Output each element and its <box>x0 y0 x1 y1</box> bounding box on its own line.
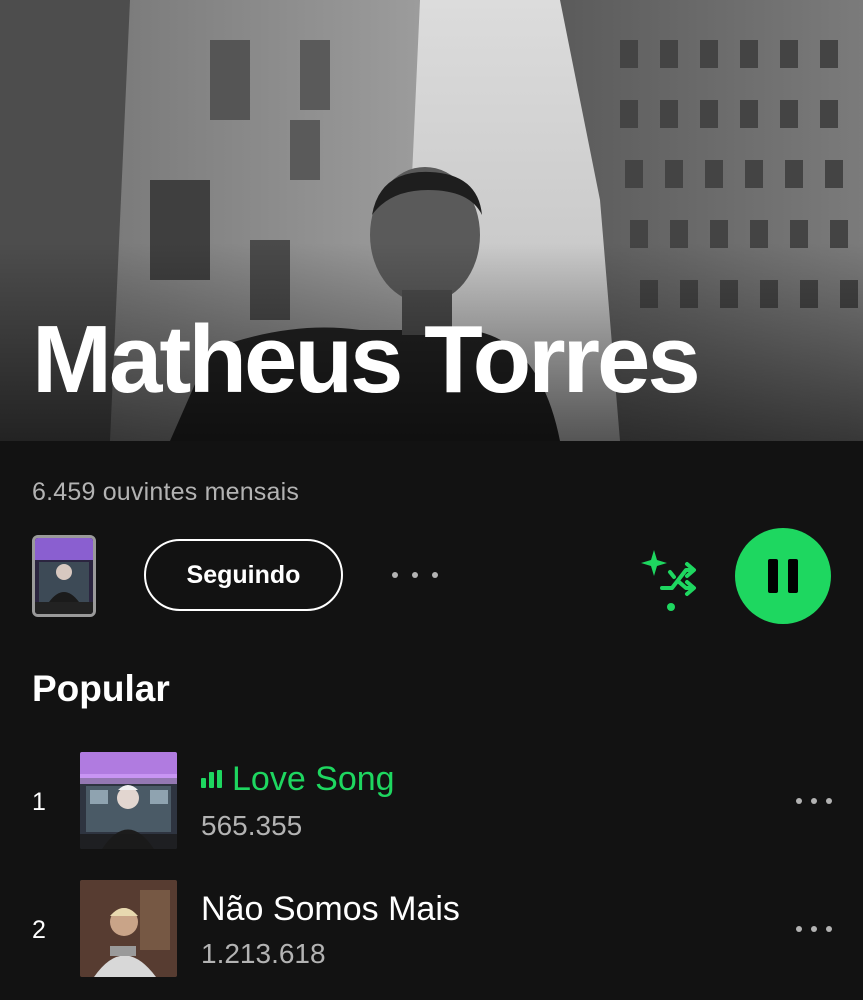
cover-art-image <box>35 538 93 614</box>
track-row[interactable]: 1 Love Song 565.355 <box>0 752 863 852</box>
nao-somos-mais-cover <box>80 880 177 977</box>
pause-button[interactable] <box>735 528 831 624</box>
track-title-text: Love Song <box>232 760 395 798</box>
artist-name: Matheus Torres <box>32 306 701 413</box>
monthly-listeners: 6.459 ouvintes mensais <box>32 478 300 506</box>
track-play-count: 565.355 <box>201 810 303 841</box>
following-button[interactable]: Seguindo <box>144 539 343 611</box>
smart-shuffle-glyph <box>641 550 696 611</box>
more-options-icon[interactable] <box>392 562 438 588</box>
track-number: 2 <box>32 916 46 944</box>
track-more-options-icon[interactable] <box>796 791 832 811</box>
pause-icon <box>768 559 778 593</box>
track-cover-art <box>80 752 177 849</box>
now-playing-equalizer-icon <box>201 770 222 788</box>
popular-section-title: Popular <box>32 668 170 709</box>
track-cover-art <box>80 880 177 977</box>
track-row[interactable]: 2 Não Somos Mais 1.213.618 <box>0 880 863 980</box>
smart-shuffle-icon[interactable] <box>640 548 702 616</box>
artist-hero-banner: Matheus Torres <box>0 0 863 441</box>
track-title: Não Somos Mais <box>201 890 460 928</box>
track-number: 1 <box>32 788 46 816</box>
track-play-count: 1.213.618 <box>201 938 326 969</box>
artist-pick-cover-thumbnail[interactable] <box>32 535 96 617</box>
track-title: Love Song <box>201 760 395 799</box>
track-more-options-icon[interactable] <box>796 919 832 939</box>
love-song-cover <box>80 752 177 849</box>
